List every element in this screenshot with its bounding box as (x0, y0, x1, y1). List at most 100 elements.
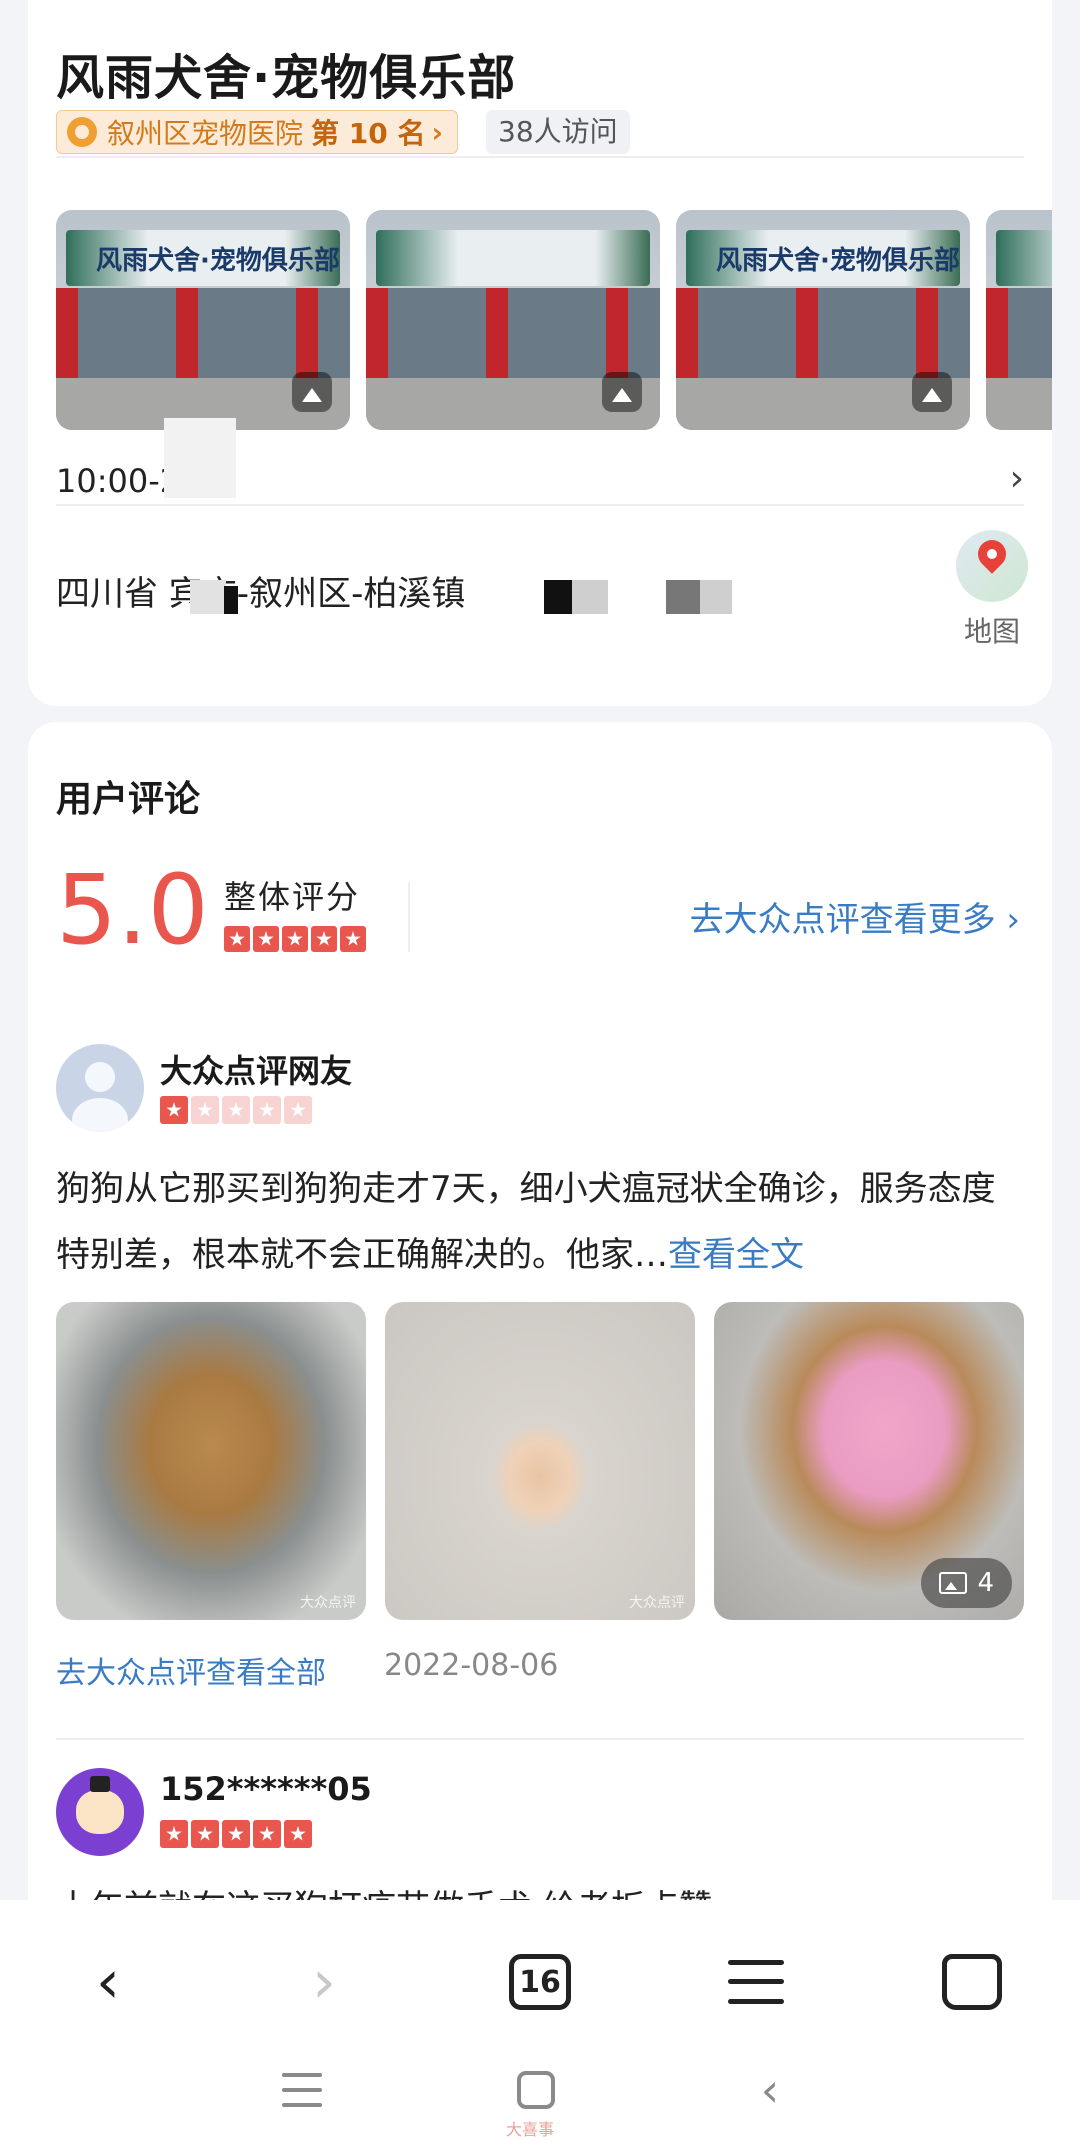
avatar[interactable] (56, 1044, 144, 1132)
rank-number: 第 10 名 (311, 117, 426, 150)
divider (56, 504, 1024, 506)
chevron-right-icon: › (431, 115, 444, 149)
storefront-pillars (56, 288, 350, 380)
menu-icon (728, 1960, 784, 2004)
storefront-sign (376, 230, 650, 286)
star-icon (222, 1820, 250, 1848)
review-photo[interactable]: 大众点评 (56, 1302, 366, 1620)
system-home-button[interactable] (506, 2060, 566, 2120)
photo-count: 4 (977, 1568, 994, 1598)
photo-count-badge[interactable]: 4 (921, 1558, 1012, 1608)
redaction-mask (224, 586, 238, 614)
home-button[interactable] (924, 1940, 1020, 2024)
photo-watermark: 大众点评 (629, 1595, 685, 1611)
system-recents-button[interactable] (272, 2060, 332, 2120)
menu-button[interactable] (708, 1940, 804, 2024)
chevron-right-icon[interactable]: › (1010, 458, 1024, 499)
storefront-pillars (366, 288, 660, 380)
overall-rating-stars (224, 926, 369, 952)
star-icon (160, 1096, 188, 1124)
tab-count: 16 (509, 1954, 571, 2010)
shop-title: 风雨犬舍·宠物俱乐部 (56, 50, 517, 106)
review-photo[interactable]: 4 (714, 1302, 1024, 1620)
forward-button[interactable]: › (276, 1940, 372, 2024)
shop-info-card: 风雨犬舍·宠物俱乐部 叙州区宠物医院 第 10 名 › 38人访问 风雨犬舍·宠… (28, 0, 1052, 706)
star-icon (253, 1096, 281, 1124)
opening-hours[interactable]: 10:00-2 (56, 462, 180, 500)
divider (408, 882, 410, 952)
review-item: 大众点评网友 狗狗从它那买到狗狗走才7天，细小犬瘟冠状全确诊，服务态度特别差，根… (56, 1044, 1024, 1704)
star-icon (340, 926, 366, 952)
rank-medal-icon (67, 117, 97, 147)
star-icon (191, 1096, 219, 1124)
map-button[interactable]: 地图 (954, 530, 1030, 650)
image-icon (602, 372, 642, 412)
system-back-button[interactable]: ‹ (740, 2060, 800, 2120)
map-label: 地图 (963, 615, 1020, 648)
photo-watermark: 大众点评 (300, 1595, 356, 1611)
star-icon (224, 926, 250, 952)
back-button[interactable]: ‹ (60, 1940, 156, 2024)
storefront-pillars (676, 288, 970, 380)
image-icon (912, 372, 952, 412)
map-pin-icon (956, 530, 1028, 602)
review-date: 2022-08-06 (384, 1648, 559, 1683)
shop-address[interactable]: 四川省 宾市-叙州区-柏溪镇 (56, 566, 465, 615)
tabs-button[interactable]: 16 (492, 1940, 588, 2024)
chevron-right-icon: › (312, 1947, 336, 2017)
avatar[interactable] (56, 1768, 144, 1856)
redaction-mask (544, 580, 572, 614)
review-photo[interactable]: 大众点评 (385, 1302, 695, 1620)
image-icon (939, 1572, 968, 1594)
shop-photo[interactable]: 风雨犬舍·宠物俱乐部 (56, 210, 350, 430)
reviewer-name[interactable]: 大众点评网友 (160, 1046, 352, 1092)
view-all-on-dianping-link[interactable]: 去大众点评查看全部 (56, 1648, 326, 1692)
review-photos: 大众点评 大众点评 4 (56, 1302, 1024, 1620)
chevron-left-icon: ‹ (760, 2063, 780, 2117)
star-icon (222, 1096, 250, 1124)
star-icon (160, 1820, 188, 1848)
star-icon (191, 1820, 219, 1848)
star-icon (253, 1820, 281, 1848)
redaction-mask (190, 580, 226, 614)
recents-icon (282, 2073, 322, 2107)
view-more-on-dianping-link[interactable]: 去大众点评查看更多 › (690, 892, 1020, 941)
divider (56, 156, 1024, 158)
review-rating-stars (160, 1096, 315, 1124)
shop-photo-strip[interactable]: 风雨犬舍·宠物俱乐部 风雨犬舍·宠物俱乐部 (56, 210, 1052, 430)
image-icon (292, 372, 332, 412)
redaction-mask (164, 418, 236, 498)
storefront-sign-text: 风雨犬舍·宠物俱乐部 (96, 246, 340, 276)
storefront-ground (986, 378, 1052, 430)
star-icon (282, 926, 308, 952)
home-icon (942, 1954, 1002, 2010)
chevron-left-icon: ‹ (96, 1947, 120, 2017)
star-icon (311, 926, 337, 952)
review-body: 狗狗从它那买到狗狗走才7天，细小犬瘟冠状全确诊，服务态度特别差，根本就不会正确解… (56, 1169, 996, 1275)
divider (56, 1738, 1024, 1740)
rank-area-label: 叙州区宠物医院 (107, 117, 304, 150)
star-icon (284, 1096, 312, 1124)
shop-photo[interactable] (366, 210, 660, 430)
rank-badge[interactable]: 叙州区宠物医院 第 10 名 › (56, 110, 459, 154)
star-icon (253, 926, 279, 952)
home-square-icon (517, 2071, 555, 2109)
read-full-review-link[interactable]: 查看全文 (668, 1235, 804, 1275)
star-icon (284, 1820, 312, 1848)
redaction-mask (666, 580, 700, 614)
shop-photo[interactable]: 风雨犬舍·宠物俱乐部 (676, 210, 970, 430)
reviews-section-title: 用户评论 (56, 779, 201, 820)
storefront-pillars (986, 288, 1052, 380)
review-rating-stars (160, 1820, 315, 1848)
footer-watermark: 大喜事 (506, 2120, 555, 2139)
shop-photo[interactable] (986, 210, 1052, 430)
review-text[interactable]: 狗狗从它那买到狗狗走才7天，细小犬瘟冠状全确诊，服务态度特别差，根本就不会正确解… (56, 1156, 1024, 1288)
reviews-card: 用户评论 5.0 整体评分 去大众点评查看更多 › 大众点评网友 狗狗从它那买到… (28, 722, 1052, 1962)
overall-score-label: 整体评分 (224, 878, 361, 916)
redaction-mask (700, 580, 732, 614)
storefront-sign-text: 风雨犬舍·宠物俱乐部 (716, 246, 960, 276)
storefront-sign (996, 230, 1052, 286)
reviewer-name[interactable]: 152******05 (160, 1770, 372, 1808)
redaction-mask (572, 580, 608, 614)
visit-count-badge: 38人访问 (486, 110, 630, 154)
